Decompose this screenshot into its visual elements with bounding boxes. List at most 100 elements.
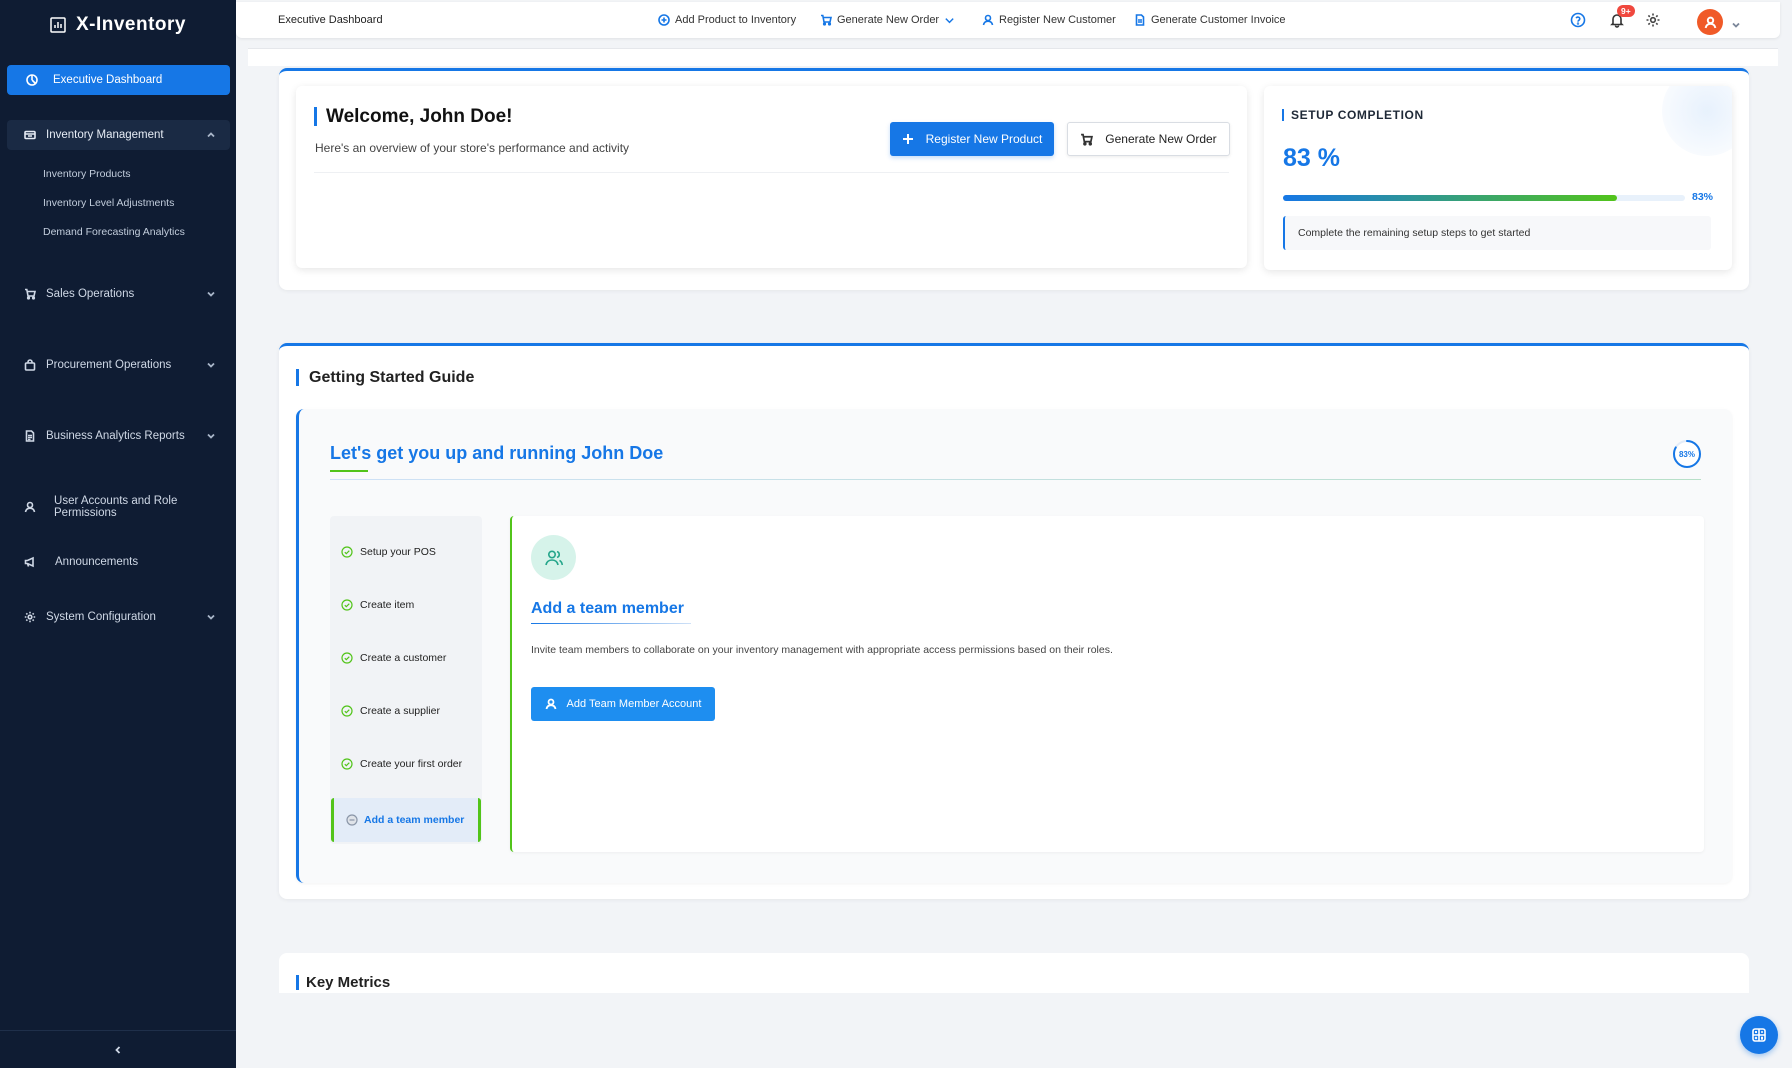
step-create-supplier[interactable]: Create a supplier (341, 705, 440, 717)
step-label: Setup your POS (360, 546, 436, 558)
section-title: Key Metrics (296, 975, 390, 990)
gear-icon (23, 610, 37, 624)
avatar[interactable] (1697, 9, 1723, 35)
page-footer-area (236, 1005, 1792, 1068)
report-icon (23, 429, 37, 443)
sidebar-item-business-analytics-reports[interactable]: Business Analytics Reports (7, 421, 230, 451)
check-circle-icon (341, 546, 353, 558)
app-name: X-Inventory (75, 14, 187, 35)
sidebar-item-sales-operations[interactable]: Sales Operations (7, 279, 230, 309)
sidebar-collapse-button[interactable] (0, 1030, 236, 1068)
guide-panel: Let's get you up and running John Doe 83… (296, 409, 1732, 883)
check-circle-icon (341, 705, 353, 717)
bag-icon (23, 358, 37, 372)
quick-action-generate-order[interactable]: Generate New Order (820, 14, 955, 26)
quick-action-add-product[interactable]: Add Product to Inventory (658, 14, 796, 26)
megaphone-icon (23, 555, 37, 569)
guide-heading: Let's get you up and running John Doe (330, 443, 664, 463)
detail-underline (531, 623, 691, 624)
quick-action-register-customer[interactable]: Register New Customer (982, 14, 1116, 26)
key-metrics-section: Key Metrics (279, 953, 1749, 993)
chart-icon (50, 17, 66, 33)
step-label: Create a customer (360, 652, 447, 664)
chevron-down-icon (945, 17, 954, 23)
decorative-glow (1662, 86, 1732, 156)
quick-action-label: Generate New Order (837, 14, 940, 26)
account-menu-toggle[interactable] (1731, 17, 1741, 35)
welcome-title: Welcome, John Doe! (314, 107, 513, 126)
settings-button[interactable] (1644, 11, 1662, 29)
sidebar-item-executive-dashboard[interactable]: Executive Dashboard (7, 65, 230, 95)
sidebar-item-procurement-operations[interactable]: Procurement Operations (7, 350, 230, 380)
step-label: Add a team member (364, 814, 465, 826)
sidebar-subitem-demand-forecasting[interactable]: Demand Forecasting Analytics (43, 226, 185, 238)
box-icon (23, 128, 37, 142)
step-setup-pos[interactable]: Setup your POS (341, 546, 436, 558)
page-title: Executive Dashboard (278, 14, 383, 26)
help-button[interactable] (1569, 11, 1587, 29)
sidebar-item-label: User Accounts and Role Permissions (54, 495, 178, 519)
sidebar-item-label: Sales Operations (46, 288, 135, 300)
step-label: Create item (360, 599, 415, 611)
step-create-customer[interactable]: Create a customer (341, 652, 446, 664)
setup-percent: 83 % (1283, 144, 1340, 172)
chevron-up-icon (206, 130, 216, 140)
user-icon (23, 500, 36, 514)
plus-icon (902, 134, 913, 144)
sidebar-subitem-inventory-level-adjustments[interactable]: Inventory Level Adjustments (43, 197, 174, 209)
step-label: Create a supplier (360, 705, 440, 717)
sidebar-group-inventory-management[interactable]: Inventory Management (7, 120, 230, 150)
dashboard-icon (25, 73, 39, 87)
sidebar-subitem-inventory-products[interactable]: Inventory Products (43, 168, 131, 180)
add-team-member-button[interactable]: Add Team Member Account (531, 687, 715, 721)
brand[interactable]: X-Inventory (0, 0, 236, 50)
sidebar-item-label: System Configuration (46, 611, 156, 623)
user-icon (982, 14, 994, 26)
chevron-down-icon (206, 612, 216, 622)
step-create-first-order[interactable]: Create your first order (341, 758, 462, 770)
calculator-icon (1752, 1028, 1766, 1042)
setup-progress-label: 83% (1692, 191, 1714, 203)
button-label: Add Team Member Account (566, 698, 702, 710)
step-detail-panel: Add a team member Invite team members to… (510, 516, 1704, 852)
check-circle-icon (341, 652, 353, 664)
setup-progress-fill (1283, 195, 1617, 201)
sidebar-item-label: Business Analytics Reports (46, 430, 185, 442)
step-label: Create your first order (360, 758, 463, 770)
sidebar-item-label: Procurement Operations (46, 359, 172, 371)
quick-action-label: Register New Customer (999, 14, 1116, 26)
setup-progress-bar (1283, 195, 1685, 201)
sidebar: X-Inventory Executive Dashboard Inventor… (0, 0, 236, 1068)
sidebar-item-announcements[interactable]: Announcements (7, 547, 230, 577)
chevron-down-icon (206, 431, 216, 441)
quick-action-label: Add Product to Inventory (675, 14, 797, 26)
chevron-down-icon (206, 360, 216, 370)
calculator-fab-button[interactable] (1740, 1016, 1778, 1054)
sidebar-item-user-accounts[interactable]: User Accounts and Role Permissions (7, 492, 230, 522)
sidebar-group-label: Inventory Management (46, 129, 164, 141)
setup-completion-card: SETUP COMPLETION 83 % 83% Complete the r… (1264, 86, 1732, 270)
step-add-team-member[interactable]: Add a team member (331, 798, 481, 842)
help-icon (1570, 12, 1586, 28)
steps-list: Setup your POS Create item Create a cust… (330, 516, 482, 844)
quick-action-generate-invoice[interactable]: Generate Customer Invoice (1134, 14, 1286, 26)
sidebar-item-label: Executive Dashboard (53, 74, 163, 86)
welcome-card: Welcome, John Doe! Here's an overview of… (296, 86, 1247, 268)
cart-icon (1081, 133, 1094, 146)
heading-underline (330, 470, 368, 472)
quick-action-label: Generate Customer Invoice (1151, 14, 1286, 26)
cart-icon (23, 287, 37, 301)
button-label: Generate New Order (1105, 132, 1217, 146)
register-new-product-button[interactable]: Register New Product (890, 122, 1054, 156)
divider (314, 172, 1229, 173)
chevron-left-icon (115, 1045, 121, 1054)
step-create-item[interactable]: Create item (341, 599, 414, 611)
getting-started-section: Getting Started Guide Let's get you up a… (279, 343, 1749, 899)
sidebar-item-system-configuration[interactable]: System Configuration (7, 602, 230, 632)
gear-icon (1646, 13, 1660, 27)
topbar: Executive Dashboard Add Product to Inven… (236, 2, 1780, 38)
plus-circle-icon (658, 14, 670, 26)
document-icon (1135, 14, 1145, 26)
pending-circle-icon (346, 814, 358, 826)
generate-new-order-button[interactable]: Generate New Order (1067, 122, 1230, 156)
